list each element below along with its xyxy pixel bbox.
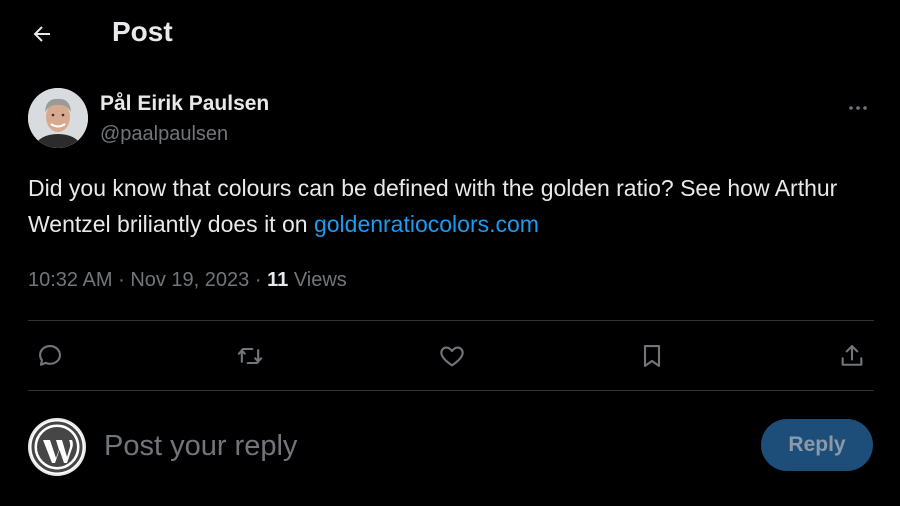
author-name[interactable]: Pål Eirik Paulsen <box>100 91 269 117</box>
views-count: 11 <box>267 269 289 291</box>
post-date[interactable]: Nov 19, 2023 <box>130 269 249 291</box>
arrow-left-icon <box>33 26 50 42</box>
repost-action-button[interactable] <box>228 336 272 376</box>
views-label: Views <box>293 269 347 291</box>
heart-icon <box>440 346 464 367</box>
bookmark-action-button[interactable] <box>630 336 674 376</box>
reply-button[interactable]: Reply <box>761 419 873 471</box>
more-options-button[interactable] <box>838 92 878 124</box>
meta-separator: · <box>254 269 262 291</box>
author-handle[interactable]: @paalpaulsen <box>100 121 228 147</box>
repost-icon <box>237 347 263 365</box>
header: Post <box>0 0 900 64</box>
current-user-avatar[interactable] <box>28 418 86 476</box>
share-action-button[interactable] <box>830 336 874 376</box>
wordpress-logo-icon <box>30 420 84 474</box>
back-button[interactable] <box>22 14 62 54</box>
meta-separator: · <box>118 269 125 291</box>
more-icon <box>849 106 867 110</box>
reply-input[interactable] <box>104 424 724 468</box>
comment-icon <box>39 345 61 366</box>
reply-action-button[interactable] <box>28 336 72 376</box>
like-action-button[interactable] <box>430 336 474 376</box>
divider <box>28 320 874 321</box>
post-text: Did you know that colours can be defined… <box>28 170 888 242</box>
divider <box>28 390 874 391</box>
action-bar <box>28 336 874 376</box>
post-time[interactable]: 10:32 AM <box>28 269 113 291</box>
author-row: Pål Eirik Paulsen @paalpaulsen <box>28 88 878 148</box>
post-page: Post Pål Eirik Paulsen @paalpaulsen Did … <box>0 0 900 506</box>
post-meta: 10:32 AM · Nov 19, 2023 · 11 Views <box>28 266 347 294</box>
avatar-photo-icon <box>28 88 88 148</box>
page-title: Post <box>112 16 173 47</box>
share-icon <box>841 345 863 366</box>
bookmark-icon <box>643 345 661 367</box>
post-link[interactable]: goldenratiocolors.com <box>314 211 539 237</box>
author-avatar[interactable] <box>28 88 88 148</box>
